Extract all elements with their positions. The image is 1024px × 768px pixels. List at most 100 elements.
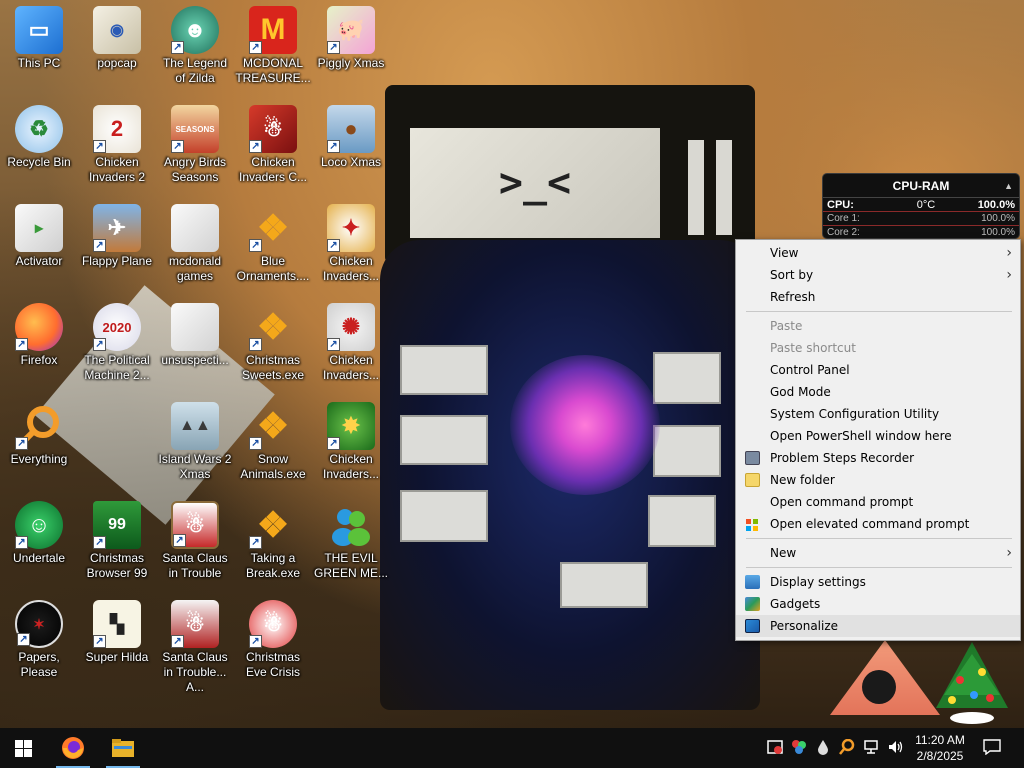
desktop-icon-angry-birds[interactable]: SEASONS ↗ Angry Birds Seasons <box>156 99 234 185</box>
menu-item-new-folder[interactable]: New folder <box>736 469 1020 491</box>
santa-icon: ☃ ↗ <box>249 600 297 648</box>
shortcut-arrow-icon: ↗ <box>249 635 262 648</box>
desktop-icon-chicken-invaders-3[interactable]: ✦ ↗ Chicken Invaders... <box>312 198 390 284</box>
desktop-icon-flappy-plane[interactable]: ✈ ↗ Flappy Plane <box>78 198 156 269</box>
gadget-core1-row: Core 1: 100.0% <box>823 212 1019 226</box>
tray-volume-icon[interactable] <box>887 739 903 755</box>
desktop-icon-piggly-xmas[interactable]: 🐖 ↗ Piggly Xmas <box>312 0 390 71</box>
shortcut-arrow-icon: ↗ <box>93 338 106 351</box>
menu-item-refresh[interactable]: Refresh <box>736 286 1020 308</box>
santa-icon: ☃ ↗ <box>171 501 219 549</box>
menu-item-personalize[interactable]: Personalize <box>736 615 1020 637</box>
desktop-icon-christmas-browser[interactable]: 99 ↗ Christmas Browser 99 <box>78 495 156 581</box>
menu-item-open-command-prompt[interactable]: Open command prompt <box>736 491 1020 513</box>
desktop-icon-chicken-invaders-c[interactable]: ☃ ↗ Chicken Invaders C... <box>234 99 312 185</box>
desktop-icon-christmas-eve-crisis[interactable]: ☃ ↗ Christmas Eve Crisis <box>234 594 312 680</box>
gadget-cpu-row: CPU: 0°C 100.0% <box>823 198 1019 212</box>
taskbar-file-explorer[interactable] <box>100 728 146 768</box>
chicken-icon: 2 ↗ <box>93 105 141 153</box>
wallpaper-bar <box>716 140 732 235</box>
menu-item-god-mode[interactable]: God Mode <box>736 381 1020 403</box>
desktop-icon-santa-claus-trouble-a[interactable]: ☃ ↗ Santa Claus in Trouble... A... <box>156 594 234 695</box>
file-icon: ▸ <box>15 204 63 252</box>
desktop-icon-snow-animals[interactable]: ❖ ↗ Snow Animals.exe <box>234 396 312 482</box>
shortcut-arrow-icon: ↗ <box>327 41 340 54</box>
tray-droplet-icon[interactable] <box>815 739 831 755</box>
desktop-icon-santa-claus-trouble[interactable]: ☃ ↗ Santa Claus in Trouble <box>156 495 234 581</box>
desktop-icon-mcdonald-games[interactable]: mcdonald games <box>156 198 234 284</box>
papers-please-icon: ✶ ↗ <box>15 600 63 648</box>
menu-item-view[interactable]: View › <box>736 242 1020 264</box>
desktop-icon-chicken-invaders-5[interactable]: ✸ ↗ Chicken Invaders... <box>312 396 390 482</box>
windows-shield-icon <box>745 517 760 531</box>
desktop-icon-political-machine[interactable]: 2020 ↗ The Political Machine 2... <box>78 297 156 383</box>
action-center-icon[interactable] <box>983 739 1001 756</box>
menu-item-sort-by[interactable]: Sort by › <box>736 264 1020 286</box>
tray-app-icon[interactable] <box>767 739 783 755</box>
desktop-icon-super-hilda[interactable]: ▚ ↗ Super Hilda <box>78 594 156 665</box>
menu-item-gadgets[interactable]: Gadgets <box>736 593 1020 615</box>
desktop-icon-label: Snow Animals.exe <box>240 452 306 481</box>
desktop-icon-label: Christmas Browser 99 <box>86 551 148 580</box>
desktop-icon-this-pc[interactable]: ▭ This PC <box>0 0 78 71</box>
desktop-icon-blue-ornaments[interactable]: ❖ ↗ Blue Ornaments.... <box>234 198 312 284</box>
desktop-icon-christmas-sweets[interactable]: ❖ ↗ Christmas Sweets.exe <box>234 297 312 383</box>
menu-item-new[interactable]: New › <box>736 542 1020 564</box>
desktop-icon-recycle-bin[interactable]: ♻ Recycle Bin <box>0 99 78 170</box>
cube-app-icon: ❖ ↗ <box>249 303 297 351</box>
menu-item-paste[interactable]: Paste <box>736 315 1020 337</box>
desktop-icon-label: This PC <box>17 56 61 70</box>
taskbar-clock[interactable]: 11:20 AM 2/8/2025 <box>908 732 972 764</box>
chevron-right-icon: › <box>1006 545 1012 561</box>
folder-icon <box>171 204 219 252</box>
desktop-icon-label: Chicken Invaders C... <box>238 155 308 184</box>
desktop-icon-label: Chicken Invaders... <box>322 452 380 481</box>
gadgets-icon <box>745 597 760 611</box>
desktop-icon-undertale[interactable]: ☺ ↗ Undertale <box>0 495 78 566</box>
desktop-icon-papers-please[interactable]: ✶ ↗ Papers, Please <box>0 594 78 680</box>
desktop-icon-activator[interactable]: ▸ Activator <box>0 198 78 269</box>
wallpaper-key <box>400 345 488 395</box>
desktop-icon-firefox[interactable]: ↗ Firefox <box>0 297 78 368</box>
start-button[interactable] <box>0 728 46 768</box>
menu-item-open-powershell[interactable]: Open PowerShell window here <box>736 425 1020 447</box>
christmas-decoration-hole <box>862 670 896 704</box>
menu-item-problem-steps-recorder[interactable]: Problem Steps Recorder <box>736 447 1020 469</box>
island-wars-icon: ▲▲ <box>171 402 219 450</box>
desktop-icon-chicken-invaders-2[interactable]: 2 ↗ Chicken Invaders 2 <box>78 99 156 185</box>
desktop-icon-everything[interactable]: ↗ Everything <box>0 396 78 467</box>
desktop-icon-mcdonal-treasure[interactable]: M ↗ MCDONAL TREASURE... <box>234 0 312 86</box>
desktop-icon-unsuspecti[interactable]: unsuspecti... <box>156 297 234 368</box>
desktop-icon-label: Santa Claus in Trouble... A... <box>162 650 228 694</box>
menu-item-display-settings[interactable]: Display settings <box>736 571 1020 593</box>
cpu-ram-gadget[interactable]: CPU-RAM ▲ CPU: 0°C 100.0% Core 1: 100.0%… <box>822 173 1020 239</box>
tray-network-tool-icon[interactable] <box>791 739 807 755</box>
desktop-icon-island-wars[interactable]: ▲▲ Island Wars 2 Xmas <box>156 396 234 482</box>
desktop-context-menu: View › Sort by › Refresh Paste Paste sho… <box>735 239 1021 641</box>
desktop-icon-label: THE EVIL GREEN ME... <box>313 551 388 580</box>
menu-item-system-configuration[interactable]: System Configuration Utility <box>736 403 1020 425</box>
desktop-icon-taking-a-break[interactable]: ❖ ↗ Taking a Break.exe <box>234 495 312 581</box>
shortcut-arrow-icon: ↗ <box>249 437 262 450</box>
tray-network-icon[interactable] <box>863 739 879 755</box>
desktop-icon-chicken-invaders-4[interactable]: ✺ ↗ Chicken Invaders... <box>312 297 390 383</box>
desktop-icon-label: unsuspecti... <box>161 353 229 367</box>
desktop-icon-label: Taking a Break.exe <box>245 551 301 580</box>
desktop-icon-evil-green-me[interactable]: THE EVIL GREEN ME... <box>312 495 390 581</box>
shortcut-arrow-icon: ↗ <box>93 140 106 153</box>
monitor-icon <box>745 575 760 589</box>
tray-search-icon[interactable] <box>839 738 855 755</box>
taskbar-firefox[interactable] <box>50 728 96 768</box>
bear-icon: ● ↗ <box>327 105 375 153</box>
shortcut-arrow-icon: ↗ <box>93 536 106 549</box>
collapse-triangle-icon[interactable]: ▲ <box>1004 174 1013 198</box>
menu-item-open-elevated-command-prompt[interactable]: Open elevated command prompt <box>736 513 1020 535</box>
desktop-icon-legend-of-zilda[interactable]: ☻ ↗ The Legend of Zilda <box>156 0 234 86</box>
menu-item-paste-shortcut[interactable]: Paste shortcut <box>736 337 1020 359</box>
cube-app-icon: ❖ ↗ <box>249 402 297 450</box>
desktop-icon-popcap[interactable]: ◉ popcap <box>78 0 156 71</box>
clock-time: 11:20 AM <box>915 733 965 747</box>
desktop-icon-loco-xmas[interactable]: ● ↗ Loco Xmas <box>312 99 390 170</box>
desktop-icon-label: popcap <box>97 56 137 70</box>
menu-item-control-panel[interactable]: Control Panel <box>736 359 1020 381</box>
